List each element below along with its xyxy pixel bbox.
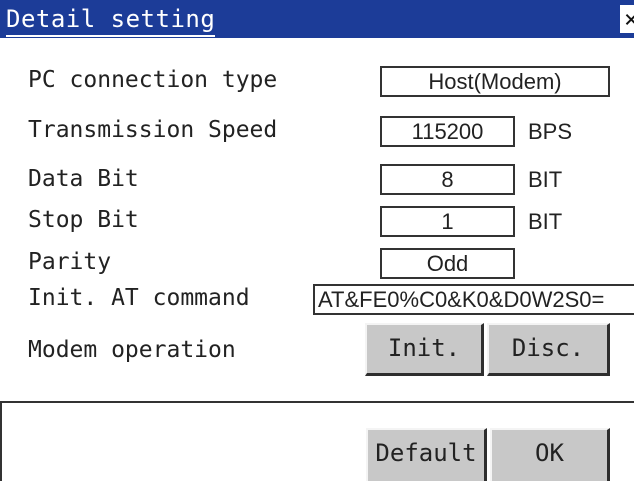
ok-button[interactable]: OK — [490, 428, 610, 481]
window-title: Detail setting — [6, 4, 216, 37]
init-at-command-field[interactable]: AT&FE0%C0&K0&D0W2S0= — [313, 284, 634, 315]
title-bar: Detail setting × — [0, 0, 634, 38]
pc-connection-type-field[interactable]: Host(Modem) — [380, 66, 610, 97]
transmission-speed-label: Transmission Speed — [28, 117, 278, 143]
data-bit-field[interactable]: 8 — [380, 164, 515, 195]
disc-button[interactable]: Disc. — [487, 323, 610, 376]
stop-bit-unit: BIT — [528, 209, 563, 234]
modem-operation-label: Modem operation — [28, 337, 236, 363]
close-icon[interactable]: × — [620, 5, 634, 33]
transmission-speed-unit: BPS — [528, 119, 573, 144]
init-button[interactable]: Init. — [365, 323, 484, 376]
stop-bit-label: Stop Bit — [28, 207, 139, 233]
data-bit-label: Data Bit — [28, 166, 139, 192]
default-button[interactable]: Default — [366, 428, 487, 481]
footer-divider — [0, 401, 634, 403]
transmission-speed-field[interactable]: 115200 — [380, 116, 515, 147]
stop-bit-field[interactable]: 1 — [380, 206, 515, 237]
init-at-command-label: Init. AT command — [28, 285, 250, 311]
parity-field[interactable]: Odd — [380, 248, 515, 279]
left-border — [0, 402, 2, 481]
data-bit-unit: BIT — [528, 167, 563, 192]
parity-label: Parity — [28, 249, 112, 275]
pc-connection-type-label: PC connection type — [28, 67, 278, 93]
